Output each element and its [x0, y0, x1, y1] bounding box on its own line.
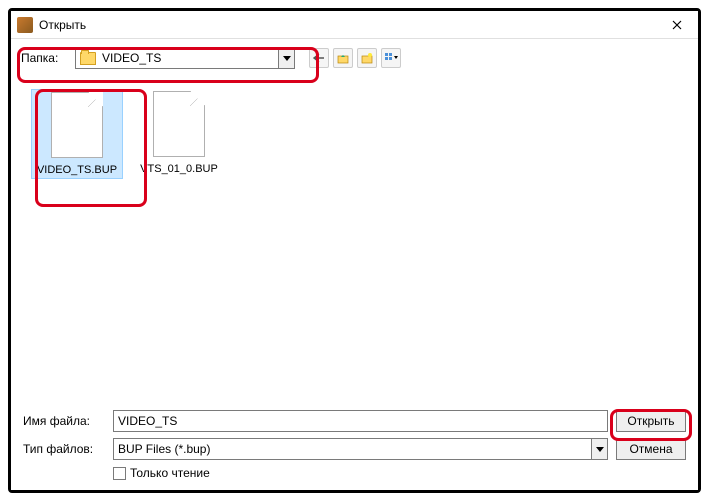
view-menu-button[interactable] — [381, 48, 401, 68]
chevron-down-icon — [591, 439, 607, 459]
back-icon — [313, 53, 325, 63]
filetype-dropdown-value: BUP Files (*.bup) — [114, 442, 591, 456]
readonly-label: Только чтение — [130, 466, 210, 480]
folder-icon — [80, 52, 96, 65]
file-icon — [153, 91, 205, 157]
file-item-label: VTS_01_0.BUP — [140, 163, 218, 175]
filetype-label: Тип файлов: — [23, 442, 105, 456]
up-one-level-button[interactable] — [333, 48, 353, 68]
titlebar: Открыть — [11, 11, 698, 39]
filename-field[interactable] — [113, 410, 608, 432]
go-back-button[interactable] — [309, 48, 329, 68]
filename-label: Имя файла: — [23, 414, 105, 428]
file-item-label: VIDEO_TS.BUP — [37, 164, 117, 176]
readonly-checkbox[interactable] — [113, 467, 126, 480]
app-icon — [17, 17, 33, 33]
folder-dropdown-value: VIDEO_TS — [100, 51, 278, 65]
open-button[interactable]: Открыть — [616, 410, 686, 432]
window-title: Открыть — [39, 18, 662, 32]
folder-toolbar: Папка: VIDEO_TS — [11, 39, 698, 77]
folder-label: Папка: — [21, 51, 69, 65]
new-folder-button[interactable] — [357, 48, 377, 68]
bottom-panel: Имя файла: Открыть Тип файлов: BUP Files… — [11, 404, 698, 490]
open-file-dialog: Открыть Папка: VIDEO_TS VIDEO_TS.BUP VTS — [11, 11, 698, 490]
file-item[interactable]: VTS_01_0.BUP — [133, 89, 225, 177]
folder-up-icon — [337, 52, 349, 64]
file-list[interactable]: VIDEO_TS.BUP VTS_01_0.BUP — [11, 77, 698, 404]
file-item[interactable]: VIDEO_TS.BUP — [31, 89, 123, 179]
view-icon — [384, 52, 398, 64]
cancel-button[interactable]: Отмена — [616, 438, 686, 460]
close-button[interactable] — [662, 15, 692, 35]
file-icon — [51, 92, 103, 158]
folder-dropdown[interactable]: VIDEO_TS — [75, 47, 295, 69]
new-folder-icon — [361, 52, 373, 64]
filetype-dropdown[interactable]: BUP Files (*.bup) — [113, 438, 608, 460]
close-icon — [672, 20, 682, 30]
chevron-down-icon — [278, 48, 294, 68]
